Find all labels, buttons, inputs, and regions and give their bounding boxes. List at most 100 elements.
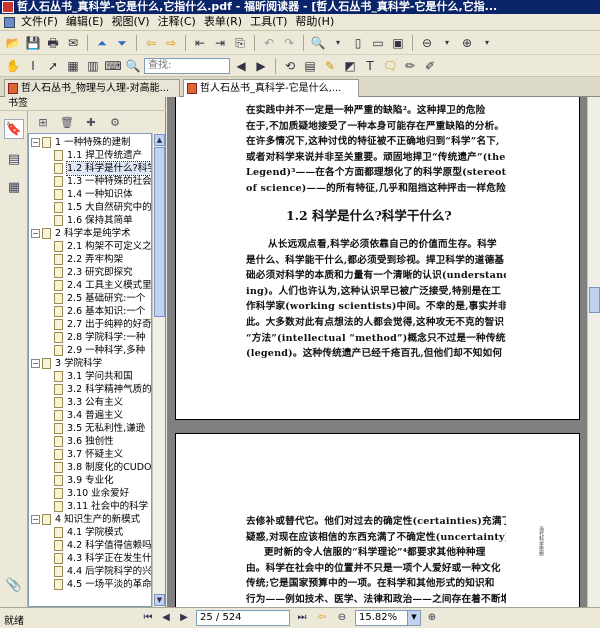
last-page-button[interactable]: ⏭: [294, 610, 310, 626]
rotate-icon[interactable]: ⟲: [281, 57, 299, 75]
zoom-icon[interactable]: 🔍: [309, 34, 327, 52]
tab-document-2[interactable]: 哲人石丛书_真科学-它是什么,...: [183, 79, 359, 97]
bookmark-icon: [42, 228, 51, 239]
back-icon[interactable]: ⇦: [142, 34, 160, 52]
menu-file[interactable]: 文件(F): [17, 14, 62, 30]
bookmark-label: 4.2 科学值得信赖吗: [67, 540, 152, 551]
expand-bookmark-icon[interactable]: ⊞: [36, 115, 50, 129]
menu-form[interactable]: 表单(R): [200, 14, 246, 30]
select-text-icon[interactable]: Ⅰ: [24, 57, 42, 75]
open-icon[interactable]: 📂: [4, 34, 22, 52]
first-page-button[interactable]: ⏮: [140, 610, 156, 626]
typewriter-icon[interactable]: ⌨: [104, 57, 122, 75]
bookmark-icon: [54, 254, 63, 265]
scroll-thumb[interactable]: [154, 147, 165, 317]
scroll-up-arrow[interactable]: ▲: [154, 134, 165, 146]
bookmark-label: 3.6 独创性: [67, 436, 114, 447]
bookmark-label: 2.5 基础研究:一个: [67, 293, 146, 304]
fit-page-icon[interactable]: ▯: [349, 34, 367, 52]
bookmarks-tab-icon[interactable]: 🔖: [4, 119, 24, 139]
find-next-icon[interactable]: ▶: [252, 57, 270, 75]
new-bookmark-icon[interactable]: ✚: [84, 115, 98, 129]
document-view[interactable]: 在实践中并不一定是一种严重的缺陷²。这种捍卫的危险 在于,不加质疑地接受了一种本身…: [167, 97, 600, 607]
sidebar-vertical-tabs: 🔖 ▤ ▦ 📎: [0, 111, 28, 607]
document-scrollbar[interactable]: [587, 97, 600, 607]
zoom-field[interactable]: 15.82% ▼: [355, 610, 421, 626]
menu-edit[interactable]: 编辑(E): [62, 14, 108, 30]
collapse-toggle-icon[interactable]: −: [31, 229, 40, 238]
zoom-out-icon[interactable]: ⊖: [418, 34, 436, 52]
redo-icon[interactable]: ↷: [280, 34, 298, 52]
bookmark-label: 4.3 科学正在发生什: [67, 553, 152, 564]
tab-document-1[interactable]: 哲人石丛书_物理与人理-对高能...: [4, 79, 180, 97]
zoom-out-button[interactable]: ⊖: [334, 610, 350, 626]
page-text-line: 传统;它是国家预算中的一项。在科学和其他形式的知识和: [246, 578, 495, 590]
last-page-icon[interactable]: ⇥: [211, 34, 229, 52]
forward-icon[interactable]: ⇨: [162, 34, 180, 52]
toolbar-separator: [185, 34, 186, 51]
actual-size-icon[interactable]: ▣: [389, 34, 407, 52]
bookmark-icon: [54, 202, 63, 213]
menu-comment[interactable]: 注释(C): [154, 14, 200, 30]
zoom-in-icon[interactable]: ⊕: [458, 34, 476, 52]
bookmark-label: 2 科学本是纯学术: [55, 228, 131, 239]
collapse-toggle-icon[interactable]: −: [31, 515, 40, 524]
note-icon[interactable]: 🗨: [381, 57, 399, 75]
highlight-icon[interactable]: ✎: [321, 57, 339, 75]
zoom-dropdown-icon[interactable]: ▾: [329, 34, 347, 52]
next-page-icon[interactable]: ⏷: [113, 34, 131, 52]
hand-tool-icon[interactable]: ✋: [4, 57, 22, 75]
bookmark-label: 1.6 保持其简单: [67, 215, 133, 226]
text-box-icon[interactable]: T: [361, 57, 379, 75]
attachments-tab-icon[interactable]: 📎: [4, 575, 24, 595]
menu-tools[interactable]: 工具(T): [246, 14, 291, 30]
bookmark-label: 3.4 普遍主义: [67, 410, 124, 421]
find-input[interactable]: [144, 57, 230, 74]
zoom-in-button[interactable]: ⊕: [424, 610, 440, 626]
fit-width-icon[interactable]: ▭: [369, 34, 387, 52]
menu-help[interactable]: 帮助(H): [291, 14, 338, 30]
zoom-dropdown-icon[interactable]: ▼: [407, 611, 420, 625]
find-icon[interactable]: 🔍: [124, 57, 142, 75]
layers-tab-icon[interactable]: ▦: [4, 177, 24, 197]
pointer-icon[interactable]: ➚: [44, 57, 62, 75]
pdf-page: 在实践中并不一定是一种严重的缺陷²。这种捍卫的危险 在于,不加质疑地接受了一种本身…: [175, 97, 580, 420]
columns-icon[interactable]: ▥: [84, 57, 102, 75]
zoom-in-dropdown-icon[interactable]: ▾: [478, 34, 496, 52]
email-icon[interactable]: ✉: [64, 34, 82, 52]
delete-bookmark-icon[interactable]: 🗑: [60, 115, 74, 129]
bookmark-label: 3.11 社会中的科学: [67, 501, 149, 512]
attach-icon[interactable]: ✐: [421, 57, 439, 75]
collapse-toggle-icon[interactable]: −: [31, 138, 40, 147]
undo-icon[interactable]: ↶: [260, 34, 278, 52]
pencil-icon[interactable]: ✏: [401, 57, 419, 75]
bookmark-icon: [54, 163, 63, 174]
document-menu-icon[interactable]: [4, 16, 15, 28]
zoom-out-dropdown-icon[interactable]: ▾: [438, 34, 456, 52]
prev-page-button[interactable]: ◀: [158, 610, 174, 626]
document-scroll-thumb[interactable]: [589, 287, 600, 313]
stamp-icon[interactable]: ◩: [341, 57, 359, 75]
collapse-toggle-icon[interactable]: −: [31, 359, 40, 368]
save-icon[interactable]: 💾: [24, 34, 42, 52]
menu-view[interactable]: 视图(V): [107, 14, 153, 30]
bookmark-icon: [54, 280, 63, 291]
scroll-down-arrow[interactable]: ▼: [154, 594, 165, 606]
first-page-icon[interactable]: ⇤: [191, 34, 209, 52]
pages-tab-icon[interactable]: ▤: [4, 149, 24, 169]
copy-icon[interactable]: ⎘: [231, 34, 249, 52]
layout-icon[interactable]: ▤: [301, 57, 319, 75]
history-back-button[interactable]: ⇦: [314, 610, 330, 626]
page-number-field[interactable]: 25 / 524: [196, 610, 290, 626]
page-text-line: Legend)³——在各个方面都理想化了的科学原型(stereotype: [246, 167, 506, 179]
prev-page-icon[interactable]: ⏶: [93, 34, 111, 52]
page-text-line: 或者对科学来说并非至关重要。顽固地捍卫“传统遗产”(the: [246, 151, 506, 163]
bookmark-scrollbar[interactable]: ▲ ▼: [152, 133, 165, 607]
bookmark-options-icon[interactable]: ⚙: [108, 115, 122, 129]
bookmark-label: 1.5 大自然研究中的: [67, 202, 152, 213]
next-page-button[interactable]: ▶: [176, 610, 192, 626]
print-icon[interactable]: 🖶: [44, 34, 62, 52]
bookmark-icon: [54, 436, 63, 447]
snapshot-icon[interactable]: ▦: [64, 57, 82, 75]
find-prev-icon[interactable]: ◀: [232, 57, 250, 75]
